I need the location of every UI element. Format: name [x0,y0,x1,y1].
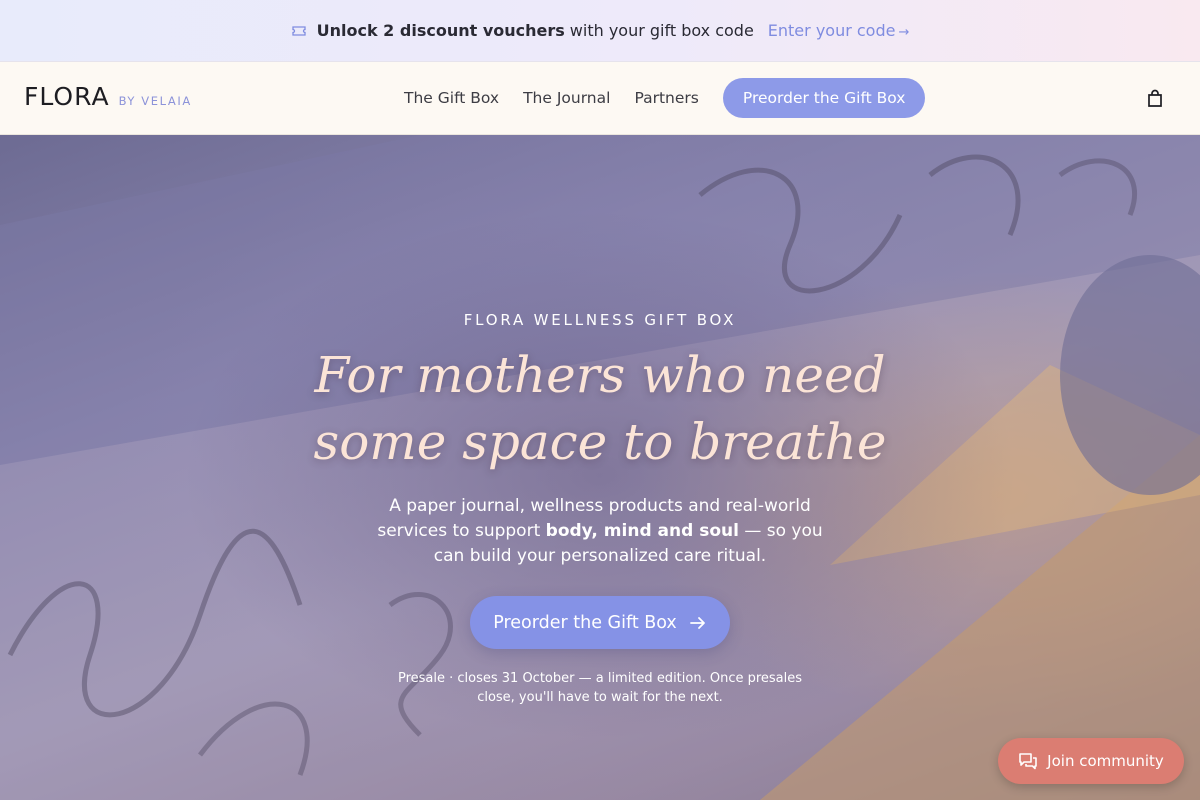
promo-bold-text: Unlock 2 discount vouchers [316,21,565,40]
ticket-icon [291,25,306,36]
shopping-bag-icon[interactable] [1145,89,1165,109]
header-preorder-button[interactable]: Preorder the Gift Box [722,78,926,118]
join-community-button[interactable]: Join community [998,738,1184,784]
hero-headline: For mothers who need some space to breat… [313,346,887,471]
enter-code-link[interactable]: Enter your code → [768,21,910,40]
presale-note: Presale · closes 31 October — a limited … [397,671,803,705]
hero-section: FLORA WELLNESS GIFT BOX For mothers who … [0,135,1200,800]
hero-subtitle-emphasis: body, mind and soul [545,521,739,541]
hero-content: FLORA WELLNESS GIFT BOX For mothers who … [0,135,1200,800]
hero-preorder-label: Preorder the Gift Box [493,612,677,633]
announcement-bar: Unlock 2 discount vouchers with your gif… [0,0,1200,62]
promo-text: with your gift box code [569,21,754,40]
hero-eyebrow: FLORA WELLNESS GIFT BOX [463,311,737,329]
arrow-right-icon [689,616,705,629]
main-nav: The Gift Box The Journal Partners Preord… [404,78,949,118]
nav-partners[interactable]: Partners [634,89,698,107]
site-header: FLORA BY VELAIA The Gift Box The Journal… [0,62,1200,135]
logo-wordmark: FLORA [24,82,110,111]
hero-preorder-button[interactable]: Preorder the Gift Box [470,596,730,649]
arrow-right-icon: → [898,25,910,40]
nav-journal[interactable]: The Journal [523,89,610,107]
logo-byline: BY VELAIA [118,94,192,108]
join-community-label: Join community [1047,752,1164,770]
enter-code-label: Enter your code [767,21,896,40]
hero-subtitle: A paper journal, wellness products and r… [370,494,830,569]
logo[interactable]: FLORA BY VELAIA [24,82,192,111]
nav-gift-box[interactable]: The Gift Box [404,89,499,107]
chat-icon [1019,753,1037,770]
